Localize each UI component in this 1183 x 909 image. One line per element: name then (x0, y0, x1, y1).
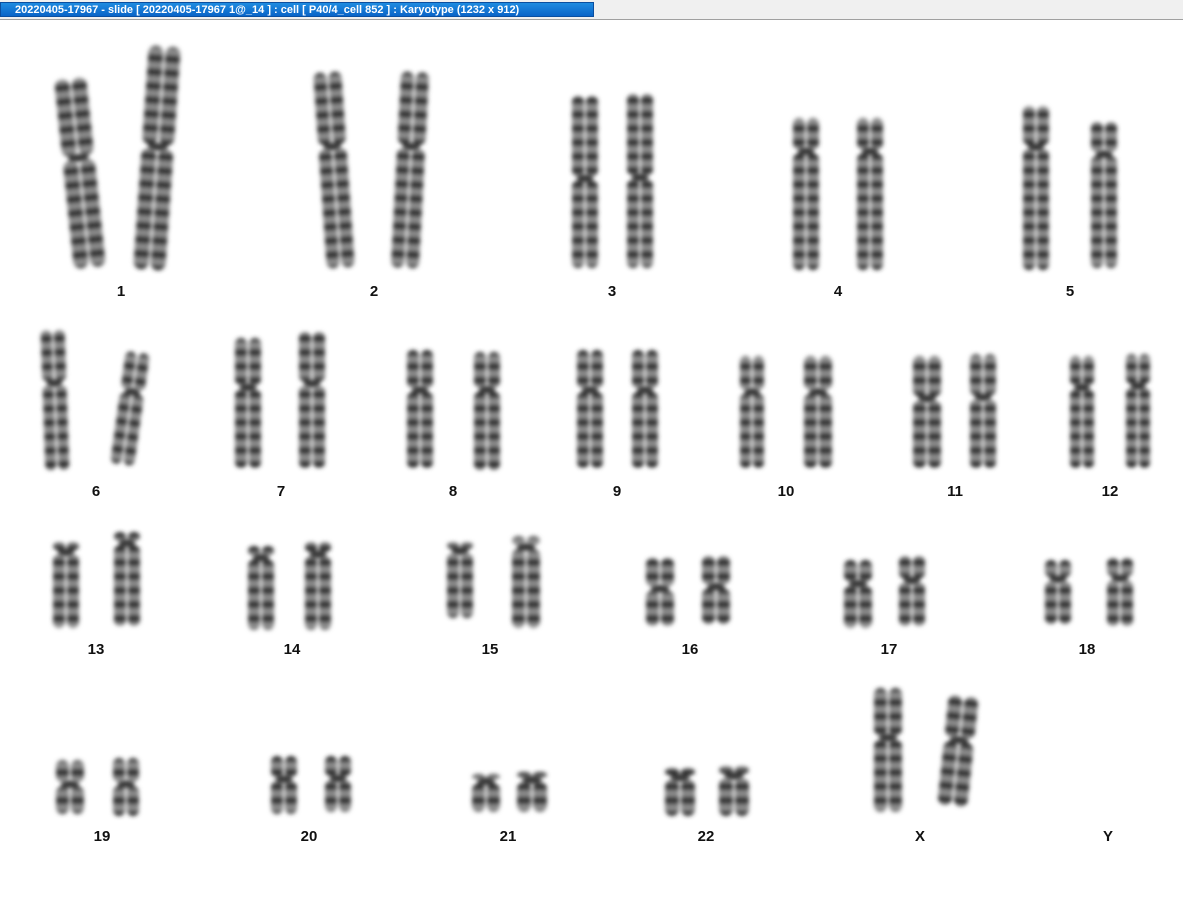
chromosome-1-a[interactable] (54, 77, 106, 269)
chromosome-8-b[interactable] (474, 352, 500, 470)
label-chromosome-20: 20 (300, 828, 318, 845)
chromosome-2-a[interactable] (313, 71, 355, 269)
chromosome-7-a[interactable] (235, 338, 261, 468)
chromosome-9-a[interactable] (577, 350, 603, 468)
karyogram (40, 45, 1150, 816)
chromosome-8-a[interactable] (407, 350, 433, 468)
chromosome-18-a[interactable] (1045, 560, 1071, 624)
chromosome-9-b[interactable] (632, 350, 658, 468)
chromosome-7-b[interactable] (299, 332, 325, 468)
label-chromosome-x: X (914, 828, 925, 845)
label-chromosome-1: 1 (116, 283, 126, 300)
chromosome-2-b[interactable] (391, 71, 429, 269)
chromosome-11-b[interactable] (970, 354, 996, 468)
label-chromosome-17: 17 (880, 641, 898, 658)
chromosome-x-a[interactable] (874, 688, 902, 812)
label-chromosome-7: 7 (276, 483, 286, 500)
chromosome-19-a[interactable] (56, 760, 84, 814)
chromosome-5-b[interactable] (1091, 122, 1117, 268)
chromosome-16-b[interactable] (702, 556, 730, 624)
chromosome-17-a[interactable] (844, 560, 872, 628)
chromosome-6-a[interactable] (40, 329, 70, 471)
chromosome-15-a[interactable] (447, 542, 473, 618)
chromosome-3-a[interactable] (572, 96, 598, 268)
chromosome-12-b[interactable] (1126, 354, 1150, 468)
chromosome-22-a[interactable] (665, 768, 695, 816)
label-chromosome-5: 5 (1065, 283, 1075, 300)
label-chromosome-4: 4 (833, 283, 843, 300)
chromosome-14-a[interactable] (248, 546, 274, 630)
label-chromosome-21: 21 (499, 828, 517, 845)
chromosome-10-b[interactable] (804, 356, 832, 468)
window-title-bar: 20220405-17967 - slide [ 20220405-17967 … (0, 0, 1183, 20)
label-chromosome-9: 9 (612, 483, 622, 500)
chromosome-21-b[interactable] (517, 772, 547, 812)
chromosome-4-b[interactable] (857, 118, 883, 270)
label-chromosome-15: 15 (481, 641, 499, 658)
chromosome-12-a[interactable] (1070, 356, 1094, 468)
chromosome-19-b[interactable] (113, 758, 139, 816)
label-chromosome-10: 10 (777, 483, 795, 500)
label-chromosome-12: 12 (1101, 483, 1119, 500)
chromosome-18-b[interactable] (1107, 558, 1133, 626)
chromosome-17-b[interactable] (899, 556, 925, 626)
label-chromosome-14: 14 (283, 641, 301, 658)
chromosome-20-a[interactable] (271, 756, 297, 814)
chromosome-22-b[interactable] (719, 766, 749, 816)
chromosome-16-a[interactable] (646, 558, 674, 626)
chromosome-1-b[interactable] (133, 45, 181, 271)
label-chromosome-16: 16 (681, 641, 699, 658)
label-chromosome-6: 6 (91, 483, 101, 500)
label-chromosome-11: 11 (947, 483, 963, 500)
chromosome-4-a[interactable] (793, 118, 819, 270)
label-chromosome-18: 18 (1078, 641, 1096, 658)
window-title-tab[interactable]: 20220405-17967 - slide [ 20220405-17967 … (0, 2, 594, 17)
label-chromosome-2: 2 (369, 283, 379, 300)
chromosome-20-b[interactable] (325, 756, 351, 812)
chromosome-15-b[interactable] (512, 536, 540, 628)
chromosome-3-b[interactable] (627, 94, 653, 268)
label-chromosome-8: 8 (448, 483, 458, 500)
label-chromosome-22: 22 (697, 828, 715, 845)
label-chromosome-19: 19 (93, 828, 111, 845)
chromosome-6-b[interactable] (110, 351, 150, 466)
chromosome-10-a[interactable] (740, 356, 764, 468)
window-title: 20220405-17967 - slide [ 20220405-17967 … (15, 4, 520, 16)
chromosome-x-b[interactable] (937, 695, 978, 808)
chromosome-5-a[interactable] (1023, 106, 1049, 270)
chromosome-13-b[interactable] (114, 532, 140, 626)
label-chromosome-3: 3 (607, 283, 617, 300)
chromosome-11-a[interactable] (913, 356, 941, 468)
chromosome-21-a[interactable] (472, 774, 500, 812)
chromosome-13-a[interactable] (53, 542, 79, 628)
chromosome-14-b[interactable] (305, 542, 331, 630)
label-chromosome-13: 13 (87, 641, 105, 658)
label-chromosome-y: Y (1102, 828, 1113, 845)
